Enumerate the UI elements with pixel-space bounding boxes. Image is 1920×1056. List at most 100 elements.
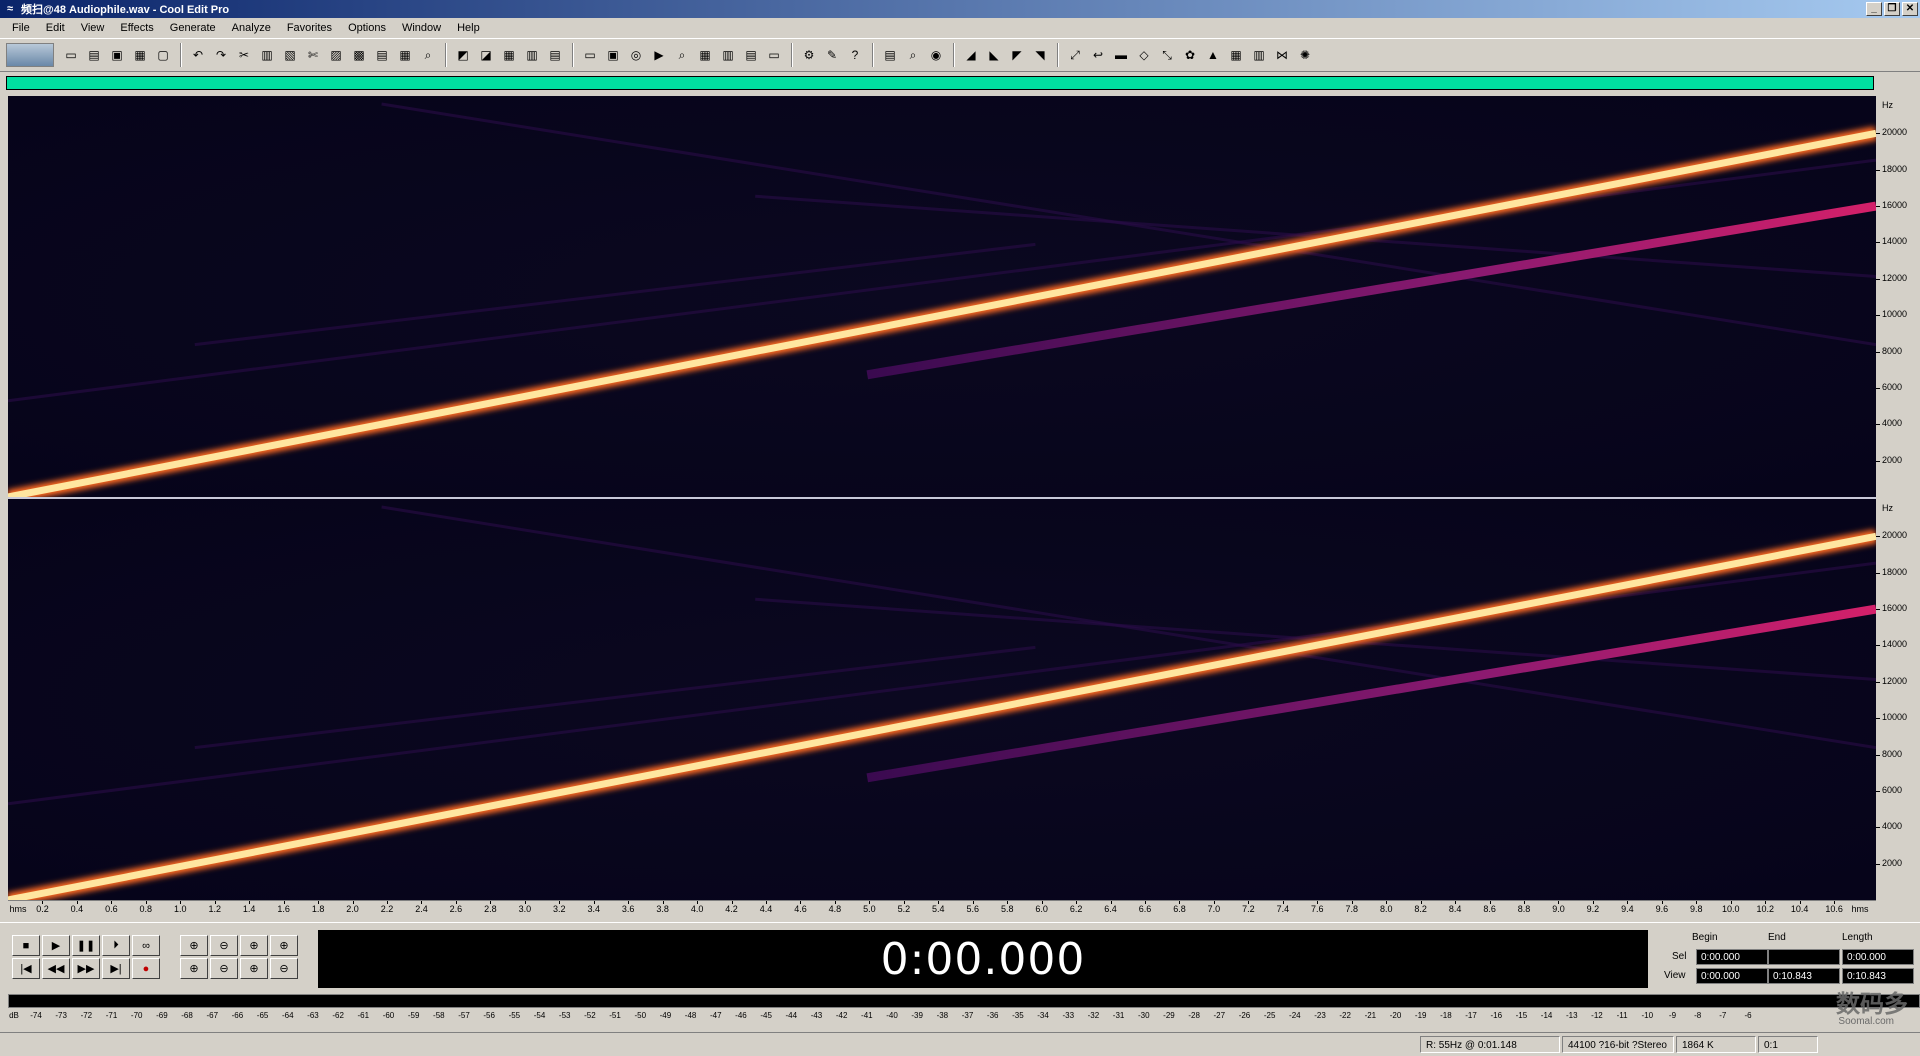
- fade-out-icon[interactable]: ◥: [1029, 44, 1051, 66]
- invert-icon[interactable]: ◇: [1133, 44, 1155, 66]
- zoom-left-icon[interactable]: ⊕: [180, 958, 208, 979]
- new-file-icon[interactable]: ▭: [60, 44, 82, 66]
- stretch-icon[interactable]: ⤢: [1064, 44, 1086, 66]
- copy-new-icon[interactable]: ▩: [348, 44, 370, 66]
- close-button[interactable]: ✕: [1902, 2, 1918, 16]
- go-to-end-button[interactable]: ▶|: [102, 958, 130, 979]
- open-folder-icon[interactable]: ▤: [83, 44, 105, 66]
- paste-new-icon[interactable]: ▤: [371, 44, 393, 66]
- mix-paste-icon[interactable]: ▨: [325, 44, 347, 66]
- zoom-vertical-in-icon[interactable]: ⊕: [270, 935, 298, 956]
- meter-tick-label: -32: [1087, 1011, 1100, 1020]
- sample-icon[interactable]: ▣: [602, 44, 624, 66]
- title-bar[interactable]: ≈ 频扫@48 Audiophile.wav - Cool Edit Pro _…: [0, 0, 1920, 18]
- menu-analyze[interactable]: Analyze: [224, 22, 279, 34]
- paste-icon[interactable]: ▧: [279, 44, 301, 66]
- menu-file[interactable]: File: [4, 22, 38, 34]
- cut-icon[interactable]: ✂: [233, 44, 255, 66]
- pause-button[interactable]: ❚❚: [72, 935, 100, 956]
- pitch-icon[interactable]: ▲: [1202, 44, 1224, 66]
- spectral-view-icon[interactable]: ◪: [475, 44, 497, 66]
- envelope-icon[interactable]: ◣: [983, 44, 1005, 66]
- search-icon[interactable]: ⌕: [902, 44, 924, 66]
- graphic-eq-icon[interactable]: ▥: [1248, 44, 1270, 66]
- zoom-selection-icon[interactable]: ⊕: [240, 958, 268, 979]
- equalizer-icon[interactable]: ▦: [1225, 44, 1247, 66]
- left-channel-spectrogram[interactable]: [8, 96, 1876, 497]
- spectral-view[interactable]: [8, 96, 1876, 900]
- markers-icon[interactable]: ▭: [763, 44, 785, 66]
- close-file-icon[interactable]: ▢: [152, 44, 174, 66]
- meter-tick-label: -23: [1314, 1011, 1326, 1020]
- time-tick-label: 9.4: [1621, 904, 1634, 914]
- meter-tick-label: -8: [1694, 1011, 1702, 1020]
- trim-icon[interactable]: ✄: [302, 44, 324, 66]
- stop-button[interactable]: ■: [12, 935, 40, 956]
- levels-icon[interactable]: ▤: [740, 44, 762, 66]
- statistics-icon[interactable]: ▤: [879, 44, 901, 66]
- play-list-icon[interactable]: ▶: [648, 44, 670, 66]
- menu-options[interactable]: Options: [340, 22, 394, 34]
- menu-generate[interactable]: Generate: [162, 22, 224, 34]
- silence-icon[interactable]: ▬: [1110, 44, 1132, 66]
- grid-view-icon[interactable]: ▦: [498, 44, 520, 66]
- save-icon[interactable]: ▣: [106, 44, 128, 66]
- window-icon[interactable]: ▭: [579, 44, 601, 66]
- menu-edit[interactable]: Edit: [38, 22, 73, 34]
- cd-icon[interactable]: ◎: [625, 44, 647, 66]
- sel-length-field[interactable]: 0:00.000: [1842, 949, 1914, 965]
- play-to-end-button[interactable]: ⏵: [102, 935, 130, 956]
- zoom-out-icon[interactable]: ⊖: [210, 935, 238, 956]
- redo-icon[interactable]: ↷: [210, 44, 232, 66]
- channel-view-icon[interactable]: ▥: [521, 44, 543, 66]
- loop-button[interactable]: ∞: [132, 935, 160, 956]
- zoom-full-icon[interactable]: ⊕: [240, 935, 268, 956]
- crop-icon[interactable]: ▦: [394, 44, 416, 66]
- menu-window[interactable]: Window: [394, 22, 449, 34]
- noise-reduction-icon[interactable]: ⤡: [1156, 44, 1178, 66]
- freq-tick: [1876, 754, 1880, 756]
- zoom-vertical-out-icon[interactable]: ⊖: [270, 958, 298, 979]
- multitrack-toggle-button[interactable]: [6, 43, 54, 67]
- undo-icon[interactable]: ↶: [187, 44, 209, 66]
- filter-icon[interactable]: ✿: [1179, 44, 1201, 66]
- view-begin-field[interactable]: 0:00.000: [1696, 968, 1768, 984]
- right-channel-spectrogram[interactable]: [8, 499, 1876, 900]
- view-length-field[interactable]: 0:10.843: [1842, 968, 1914, 984]
- zoom-in-icon[interactable]: ⊕: [180, 935, 208, 956]
- menu-favorites[interactable]: Favorites: [279, 22, 340, 34]
- list-view-icon[interactable]: ▤: [544, 44, 566, 66]
- zoom-right-icon[interactable]: ⊖: [210, 958, 238, 979]
- waveform-view-icon[interactable]: ◩: [452, 44, 474, 66]
- waveform-overview-bar[interactable]: [6, 76, 1874, 90]
- mixer-icon[interactable]: ▥: [717, 44, 739, 66]
- sel-end-field[interactable]: [1768, 949, 1840, 965]
- settings-icon[interactable]: ⚙: [798, 44, 820, 66]
- restore-button[interactable]: ❐: [1884, 2, 1900, 16]
- pan-icon[interactable]: ⋈: [1271, 44, 1293, 66]
- menu-help[interactable]: Help: [449, 22, 488, 34]
- fast-forward-button[interactable]: ▶▶: [72, 958, 100, 979]
- bitrate-icon[interactable]: ▦: [694, 44, 716, 66]
- zoom-tool-icon[interactable]: ⌕: [671, 44, 693, 66]
- menu-view[interactable]: View: [73, 22, 113, 34]
- rewind-button[interactable]: ◀◀: [42, 958, 70, 979]
- menu-effects[interactable]: Effects: [112, 22, 161, 34]
- fade-in-icon[interactable]: ◤: [1006, 44, 1028, 66]
- analyze-icon[interactable]: ◉: [925, 44, 947, 66]
- help-icon[interactable]: ?: [844, 44, 866, 66]
- sel-begin-field[interactable]: 0:00.000: [1696, 949, 1768, 965]
- find-beats-icon[interactable]: ⌕: [417, 44, 439, 66]
- copy-icon[interactable]: ▥: [256, 44, 278, 66]
- freq-tick: [1876, 827, 1880, 829]
- amplify-icon[interactable]: ◢: [960, 44, 982, 66]
- record-button[interactable]: ●: [132, 958, 160, 979]
- minimize-button[interactable]: _: [1866, 2, 1882, 16]
- reverse-icon[interactable]: ↩: [1087, 44, 1109, 66]
- play-button[interactable]: ▶: [42, 935, 70, 956]
- save-all-icon[interactable]: ▦: [129, 44, 151, 66]
- delay-icon[interactable]: ✺: [1294, 44, 1316, 66]
- script-icon[interactable]: ✎: [821, 44, 843, 66]
- go-to-start-button[interactable]: |◀: [12, 958, 40, 979]
- view-end-field[interactable]: 0:10.843: [1768, 968, 1840, 984]
